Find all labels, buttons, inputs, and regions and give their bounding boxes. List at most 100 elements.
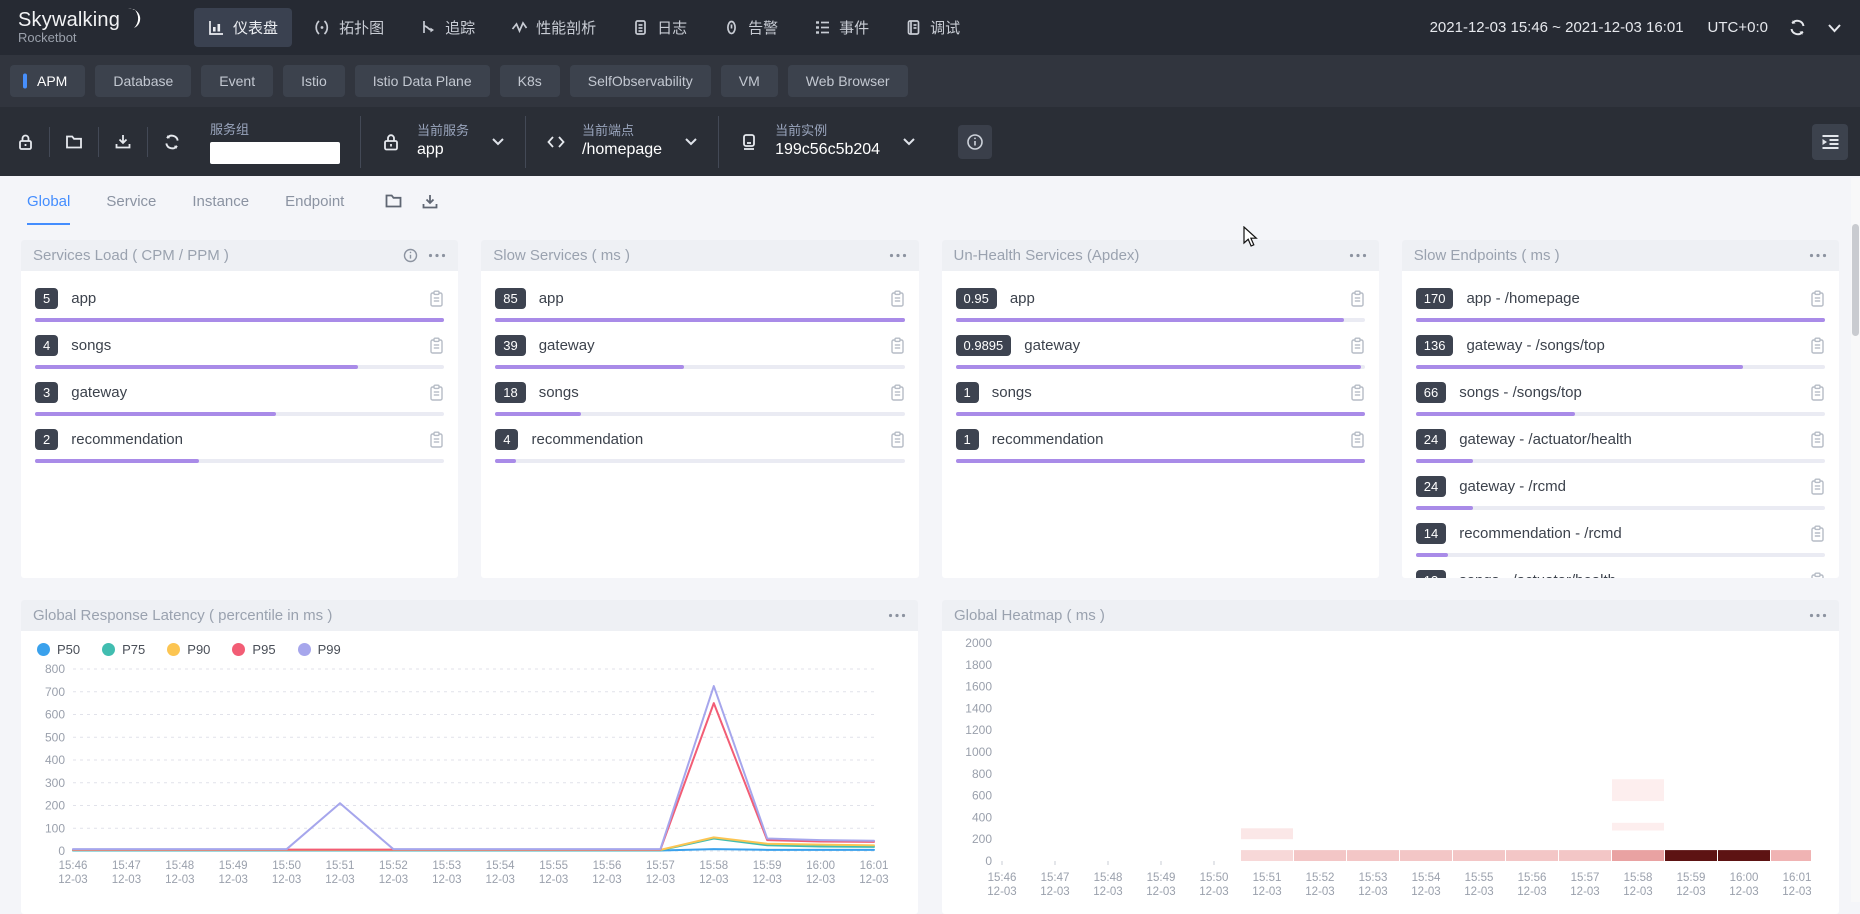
legend-item-p75[interactable]: P75 (102, 642, 145, 657)
app-logo[interactable]: Skywalking Rocketbot (18, 10, 142, 45)
nav-item-event[interactable]: 事件 (800, 8, 883, 47)
folder-tool-icon[interactable] (50, 127, 99, 157)
download-icon[interactable] (421, 193, 439, 210)
legend-label: P90 (187, 642, 210, 657)
panel-body: 5app4songs3gateway2recommendation (21, 271, 458, 463)
more-icon[interactable] (1809, 253, 1827, 258)
copy-icon[interactable] (1810, 572, 1825, 578)
list-item-row: 4recommendation (495, 426, 904, 453)
item-label: songs - /songs/top (1459, 384, 1797, 401)
nav-item-topology[interactable]: 拓扑图 (300, 8, 398, 47)
more-icon[interactable] (1349, 253, 1367, 258)
copy-icon[interactable] (1350, 384, 1365, 401)
list-item-row: 4songs (35, 332, 444, 359)
latency-line-chart: 010020030040050060070080015:4612-0315:47… (21, 659, 890, 897)
copy-icon[interactable] (1350, 431, 1365, 448)
dashboard-tab-k8s[interactable]: K8s (500, 65, 560, 97)
copy-icon[interactable] (429, 431, 444, 448)
dashboard-tab-istio[interactable]: Istio (283, 65, 345, 97)
dashboard-tab-apm[interactable]: APM (10, 65, 85, 97)
lock-icon (381, 132, 401, 152)
selector-lock[interactable]: 当前服务app (360, 116, 525, 168)
progress-track (1416, 459, 1825, 463)
copy-icon[interactable] (890, 337, 905, 354)
selector-instance[interactable]: 当前实例199c56c5b204 (718, 116, 936, 168)
list-item: 24gateway - /rcmd (1416, 473, 1825, 510)
copy-icon[interactable] (429, 337, 444, 354)
copy-icon[interactable] (1810, 431, 1825, 448)
copy-icon[interactable] (1350, 290, 1365, 307)
copy-icon[interactable] (1810, 290, 1825, 307)
legend-item-p90[interactable]: P90 (167, 642, 210, 657)
svg-text:15:55: 15:55 (539, 860, 568, 872)
copy-icon[interactable] (890, 384, 905, 401)
svg-text:16:01: 16:01 (860, 860, 889, 872)
nav-item-trace[interactable]: 追踪 (406, 8, 489, 47)
legend-item-p99[interactable]: P99 (298, 642, 341, 657)
copy-icon[interactable] (429, 384, 444, 401)
download-tool-icon[interactable] (99, 127, 148, 157)
svg-text:1800: 1800 (965, 658, 992, 672)
copy-icon[interactable] (890, 431, 905, 448)
dashboard-tab-istio-data-plane[interactable]: Istio Data Plane (355, 65, 490, 97)
timezone[interactable]: UTC+0:0 (1708, 19, 1768, 36)
legend-item-p50[interactable]: P50 (37, 642, 80, 657)
selector-code[interactable]: 当前端点/homepage (525, 116, 718, 168)
folder-icon[interactable] (384, 193, 403, 209)
svg-text:800: 800 (972, 767, 992, 781)
page-scrollbar[interactable] (1851, 178, 1860, 902)
more-icon[interactable] (888, 613, 906, 618)
nav-item-log[interactable]: 日志 (618, 8, 701, 47)
svg-text:12-03: 12-03 (58, 874, 87, 886)
nav-item-alarm[interactable]: 告警 (709, 8, 792, 47)
service-group-field: 服务组 (210, 119, 360, 164)
collapse-panel-icon[interactable] (1812, 124, 1848, 160)
svg-text:12-03: 12-03 (1464, 886, 1493, 898)
chevron-down-icon[interactable] (1827, 23, 1842, 33)
copy-icon[interactable] (1810, 525, 1825, 542)
svg-text:12-03: 12-03 (1252, 886, 1281, 898)
dashboard-tab-vm[interactable]: VM (721, 65, 778, 97)
value-badge: 24 (1416, 429, 1446, 450)
more-icon[interactable] (428, 253, 446, 258)
dashboard-tab-event[interactable]: Event (201, 65, 273, 97)
scrollbar-thumb[interactable] (1852, 224, 1859, 336)
more-icon[interactable] (1809, 613, 1827, 618)
time-range[interactable]: 2021-12-03 15:46 ~ 2021-12-03 16:01 (1430, 19, 1684, 36)
tab-instance[interactable]: Instance (192, 178, 249, 225)
dashboard-tab-web-browser[interactable]: Web Browser (788, 65, 908, 97)
nav-item-label: 仪表盘 (233, 17, 278, 38)
list-item: 2recommendation (35, 426, 444, 463)
progress-track (956, 365, 1365, 369)
copy-icon[interactable] (1810, 478, 1825, 495)
nav-item-dashboard[interactable]: 仪表盘 (194, 8, 292, 47)
copy-icon[interactable] (1810, 384, 1825, 401)
svg-text:1000: 1000 (965, 745, 992, 759)
refresh-tool-icon[interactable] (148, 127, 196, 157)
tab-endpoint[interactable]: Endpoint (285, 178, 344, 225)
nav-item-profile[interactable]: 性能剖析 (497, 8, 610, 47)
copy-icon[interactable] (890, 290, 905, 307)
copy-icon[interactable] (429, 290, 444, 307)
dashboard-tab-selfobservability[interactable]: SelfObservability (570, 65, 711, 97)
svg-text:12-03: 12-03 (432, 874, 461, 886)
more-icon[interactable] (889, 253, 907, 258)
service-group-input[interactable] (210, 142, 340, 164)
svg-text:12-03: 12-03 (646, 874, 675, 886)
legend-label: P50 (57, 642, 80, 657)
info-icon[interactable] (958, 125, 992, 159)
copy-icon[interactable] (1350, 337, 1365, 354)
dashboard-tab-database[interactable]: Database (95, 65, 191, 97)
progress-fill (956, 412, 1365, 416)
nav-item-debug[interactable]: 调试 (891, 8, 974, 47)
dashboard-icon (208, 19, 225, 36)
copy-icon[interactable] (1810, 337, 1825, 354)
info-icon[interactable] (403, 248, 418, 263)
progress-fill (35, 365, 358, 369)
panel-header: Slow Endpoints ( ms ) (1402, 240, 1839, 271)
tab-service[interactable]: Service (106, 178, 156, 225)
lock-tool-icon[interactable] (0, 127, 50, 157)
refresh-icon[interactable] (1788, 18, 1807, 37)
tab-global[interactable]: Global (27, 178, 70, 225)
legend-item-p95[interactable]: P95 (232, 642, 275, 657)
